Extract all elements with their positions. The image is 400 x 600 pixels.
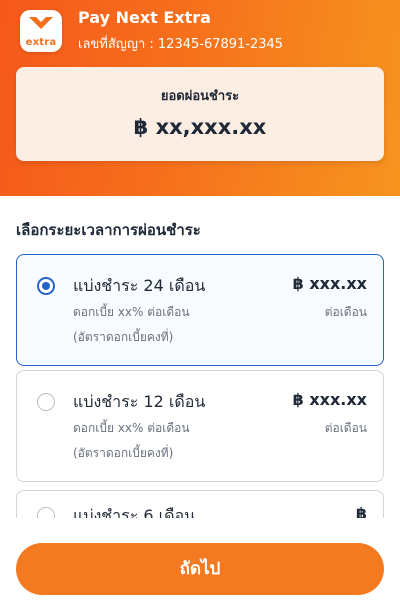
header-banner: extra Pay Next Extra เลขที่สัญญา : 12345… bbox=[0, 0, 400, 196]
option-price: ฿ xxx.xx bbox=[292, 390, 367, 409]
installment-sheet: เลือกระยะเวลาการผ่อนชำระ แบ่งชำระ 24 เดื… bbox=[0, 196, 400, 518]
option-price: ฿ bbox=[355, 504, 367, 518]
radio-unselected-icon[interactable] bbox=[37, 393, 55, 411]
option-price: ฿ xxx.xx bbox=[292, 274, 367, 293]
contract-number: เลขที่สัญญา : 12345-67891-2345 bbox=[78, 37, 284, 52]
summary-label: ยอดผ่อนชำระ bbox=[160, 89, 240, 104]
app-title: Pay Next Extra bbox=[78, 8, 211, 27]
installment-option-6-months[interactable]: แบ่งชำระ 6 เดือน ฿ bbox=[16, 490, 384, 518]
installment-option-12-months[interactable]: แบ่งชำระ 12 เดือน ดอกเบี้ย xx% ต่อเดือน … bbox=[16, 370, 384, 482]
app-logo: extra bbox=[20, 10, 62, 52]
option-title: แบ่งชำระ 12 เดือน bbox=[73, 392, 206, 411]
summary-amount: ฿ xx,xxx.xx bbox=[133, 115, 267, 139]
radio-unselected-icon[interactable] bbox=[37, 507, 55, 518]
option-interest: ดอกเบี้ย xx% ต่อเดือน bbox=[73, 305, 190, 319]
section-title: เลือกระยะเวลาการผ่อนชำระ bbox=[16, 221, 201, 239]
option-unit: ต่อเดือน bbox=[324, 305, 367, 319]
payment-summary-card: ยอดผ่อนชำระ ฿ xx,xxx.xx bbox=[16, 67, 384, 161]
option-unit: ต่อเดือน bbox=[324, 421, 367, 435]
radio-selected-icon[interactable] bbox=[37, 277, 55, 295]
option-rate-note: (อัตราดอกเบี้ยคงที่) bbox=[73, 330, 174, 344]
next-button[interactable]: ถัดไป bbox=[16, 543, 384, 595]
logo-text: extra bbox=[25, 37, 57, 48]
option-rate-note: (อัตราดอกเบี้ยคงที่) bbox=[73, 446, 174, 460]
option-title: แบ่งชำระ 6 เดือน bbox=[73, 506, 196, 518]
installment-option-24-months[interactable]: แบ่งชำระ 24 เดือน ดอกเบี้ย xx% ต่อเดือน … bbox=[16, 254, 384, 366]
option-interest: ดอกเบี้ย xx% ต่อเดือน bbox=[73, 421, 190, 435]
option-title: แบ่งชำระ 24 เดือน bbox=[73, 276, 206, 295]
